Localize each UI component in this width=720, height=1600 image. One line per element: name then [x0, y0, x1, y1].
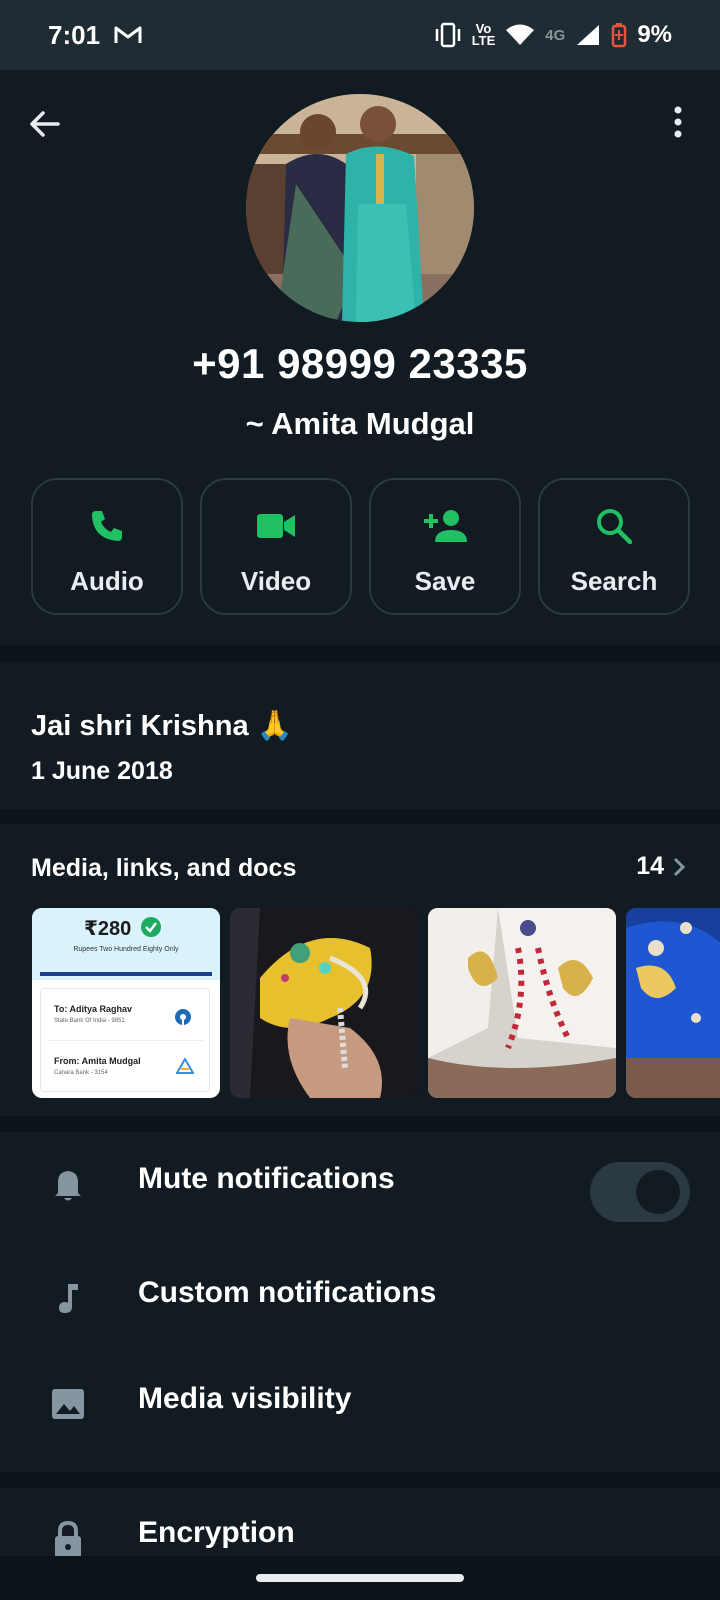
media-section: Media, links, and docs 14 ₹280 Rupees Tw…: [0, 824, 720, 1116]
status-time: 7:01: [48, 19, 101, 50]
status-bar: 7:01 Vo LTE 4G 9%: [0, 0, 720, 70]
video-label: Video: [240, 566, 312, 596]
toggle-knob: [636, 1170, 680, 1214]
receipt-amount-words: Rupees Two Hundred Eighty Only: [73, 946, 179, 953]
save-label: Save: [414, 566, 476, 596]
save-contact-button[interactable]: Save: [369, 478, 521, 615]
gmail-icon: [114, 26, 142, 43]
about-date: 1 June 2018: [31, 757, 173, 785]
music-note-icon: [59, 1284, 78, 1313]
search-label: Search: [570, 566, 658, 596]
image-icon: [52, 1389, 84, 1419]
receipt-to: To: Aditya Raghav: [54, 1004, 133, 1014]
signal-icon: [577, 25, 600, 45]
lock-icon: [55, 1520, 81, 1558]
encryption-label: Encryption: [138, 1516, 295, 1549]
profile-photo[interactable]: [246, 94, 474, 322]
phone-icon: [92, 511, 122, 541]
volte-badge: Vo LTE: [471, 22, 496, 48]
media-title[interactable]: Media, links, and docs: [31, 854, 296, 883]
video-icon: [257, 514, 295, 538]
search-button[interactable]: Search: [538, 478, 690, 615]
receipt-from: From: Amita Mudgal: [54, 1056, 141, 1066]
add-person-icon: [424, 510, 467, 542]
bell-icon: [55, 1171, 81, 1201]
receipt-amount: ₹280: [84, 918, 132, 940]
chevron-right-icon: [673, 857, 686, 876]
more-options-icon[interactable]: [660, 104, 696, 140]
video-call-button[interactable]: Video: [200, 478, 352, 615]
volte-bottom: LTE: [471, 33, 496, 48]
mute-notifications-toggle[interactable]: [590, 1162, 690, 1222]
mute-notifications-label: Mute notifications: [138, 1162, 395, 1195]
about-section[interactable]: Jai shri Krishna 🙏 1 June 2018: [0, 662, 720, 809]
audio-call-button[interactable]: Audio: [31, 478, 183, 615]
media-visibility-label: Media visibility: [138, 1382, 352, 1415]
media-count-link[interactable]: 14: [636, 852, 686, 881]
media-thumb-3[interactable]: [428, 908, 616, 1098]
battery-percent: 9%: [637, 21, 672, 48]
receipt-to-bank: State Bank Of India - 9851: [54, 1018, 125, 1024]
canara-logo-icon: [176, 1058, 194, 1074]
vibrate-icon: [435, 22, 460, 48]
custom-notifications-row[interactable]: Custom notifications: [0, 1246, 720, 1346]
search-icon: [597, 509, 633, 545]
media-count: 14: [636, 852, 664, 880]
notification-settings: Mute notifications Custom notifications …: [0, 1132, 720, 1472]
media-thumb-4[interactable]: [626, 908, 720, 1098]
custom-notifications-label: Custom notifications: [138, 1276, 437, 1309]
contact-push-name: ~ Amita Mudgal: [245, 406, 475, 441]
audio-label: Audio: [70, 566, 144, 596]
navigation-bar: [0, 1556, 720, 1600]
verified-check-icon: [141, 917, 161, 937]
receipt-from-bank: Canara Bank - 3154: [54, 1070, 108, 1076]
about-text: Jai shri Krishna 🙏: [31, 710, 293, 742]
back-arrow-icon[interactable]: [26, 106, 62, 142]
wifi-icon: [506, 24, 535, 45]
media-thumb-2[interactable]: [230, 908, 418, 1098]
action-buttons: Audio Video Save Search: [31, 478, 690, 615]
status-icons: Vo LTE 4G 9%: [434, 21, 672, 49]
media-visibility-row[interactable]: Media visibility: [0, 1352, 720, 1452]
contact-phone-number: +91 98999 23335: [192, 340, 528, 387]
sbi-logo-icon: [175, 1009, 191, 1025]
home-gesture-pill[interactable]: [256, 1574, 464, 1582]
media-thumbnails: ₹280 Rupees Two Hundred Eighty Only To: …: [32, 908, 720, 1098]
media-thumb-receipt[interactable]: ₹280 Rupees Two Hundred Eighty Only To: …: [32, 908, 220, 1098]
battery-icon: [612, 23, 627, 48]
mute-notifications-row[interactable]: Mute notifications: [0, 1132, 720, 1232]
network-type: 4G: [545, 26, 566, 44]
